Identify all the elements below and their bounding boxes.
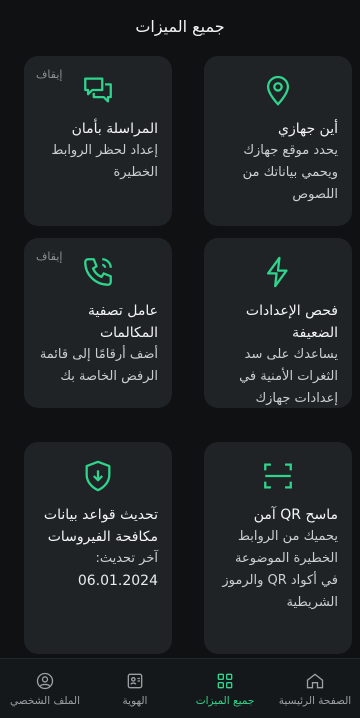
safe-messaging-card[interactable]: إيقاف المراسلة بأمان إعداد لحظر الروابط …: [24, 56, 172, 226]
call-filter-card[interactable]: إيقاف عامل تصفية المكالمات أضف أرقامًا إ…: [24, 238, 172, 408]
nav-home-label: الصفحة الرئيسية: [278, 694, 352, 707]
nav-identity[interactable]: الهوية: [90, 659, 180, 718]
antivirus-update-card[interactable]: تحديث قواعد بيانات مكافحة الفيروسات آخر …: [24, 442, 172, 654]
phone-call-icon: [78, 252, 118, 292]
weak-settings-title: فحص الإعدادات الضعيفة: [245, 303, 338, 341]
home-icon: [306, 672, 324, 688]
antivirus-update-title: تحديث قواعد بيانات مكافحة الفيروسات: [43, 507, 158, 545]
page-title: جميع الميزات: [135, 16, 225, 36]
qr-scan-icon: [258, 456, 298, 496]
qr-scanner-card[interactable]: ماسح QR آمن يحميك من الروابط الخطيرة الم…: [204, 442, 352, 654]
find-device-description: يحدد موقع جهازك ويحمي بياناتك من اللصوص: [242, 143, 338, 202]
nav-profile[interactable]: الملف الشخصي: [0, 659, 90, 718]
find-device-card[interactable]: أين جهازي يحدد موقع جهازك ويحمي بياناتك …: [204, 56, 352, 226]
nav-identity-label: الهوية: [122, 694, 148, 707]
last-update-date: 06.01.2024: [77, 573, 158, 589]
qr-scanner-description: يحميك من الروابط الخطيرة الموضوعة في أكو…: [222, 529, 338, 610]
grid-icon: [217, 673, 233, 688]
safe-messaging-title: المراسلة بأمان: [71, 121, 158, 137]
stop-button[interactable]: إيقاف: [36, 250, 62, 263]
shield-download-icon: [78, 456, 118, 496]
last-update-label: آخر تحديث:: [95, 551, 158, 566]
page-header: جميع الميزات: [0, 0, 360, 52]
find-device-title: أين جهازي: [278, 121, 338, 137]
lightning-icon: [258, 252, 298, 292]
location-pin-icon: [258, 70, 298, 110]
nav-all-features[interactable]: جميع الميزات: [180, 659, 270, 718]
weak-settings-description: يساعدك على سد الثغرات الأمنية في إعدادات…: [239, 347, 338, 406]
nav-all-features-label: جميع الميزات: [195, 694, 255, 707]
nav-home[interactable]: الصفحة الرئيسية: [270, 659, 360, 718]
bottom-navigation: الصفحة الرئيسية جميع الميزات الهوية المل…: [0, 658, 360, 718]
call-filter-title: عامل تصفية المكالمات: [87, 303, 158, 341]
stop-button[interactable]: إيقاف: [36, 68, 62, 81]
id-card-icon: [127, 673, 143, 688]
qr-scanner-title: ماسح QR آمن: [253, 507, 338, 523]
weak-settings-card[interactable]: فحص الإعدادات الضعيفة يساعدك على سد الثغ…: [204, 238, 352, 408]
safe-messaging-description: إعداد لحظر الروابط الخطيرة: [51, 143, 158, 180]
chat-bubbles-icon: [78, 70, 118, 110]
profile-icon: [36, 672, 54, 689]
nav-profile-label: الملف الشخصي: [10, 694, 80, 707]
call-filter-description: أضف أرقامًا إلى قائمة الرفض الخاصة بك: [39, 347, 158, 384]
